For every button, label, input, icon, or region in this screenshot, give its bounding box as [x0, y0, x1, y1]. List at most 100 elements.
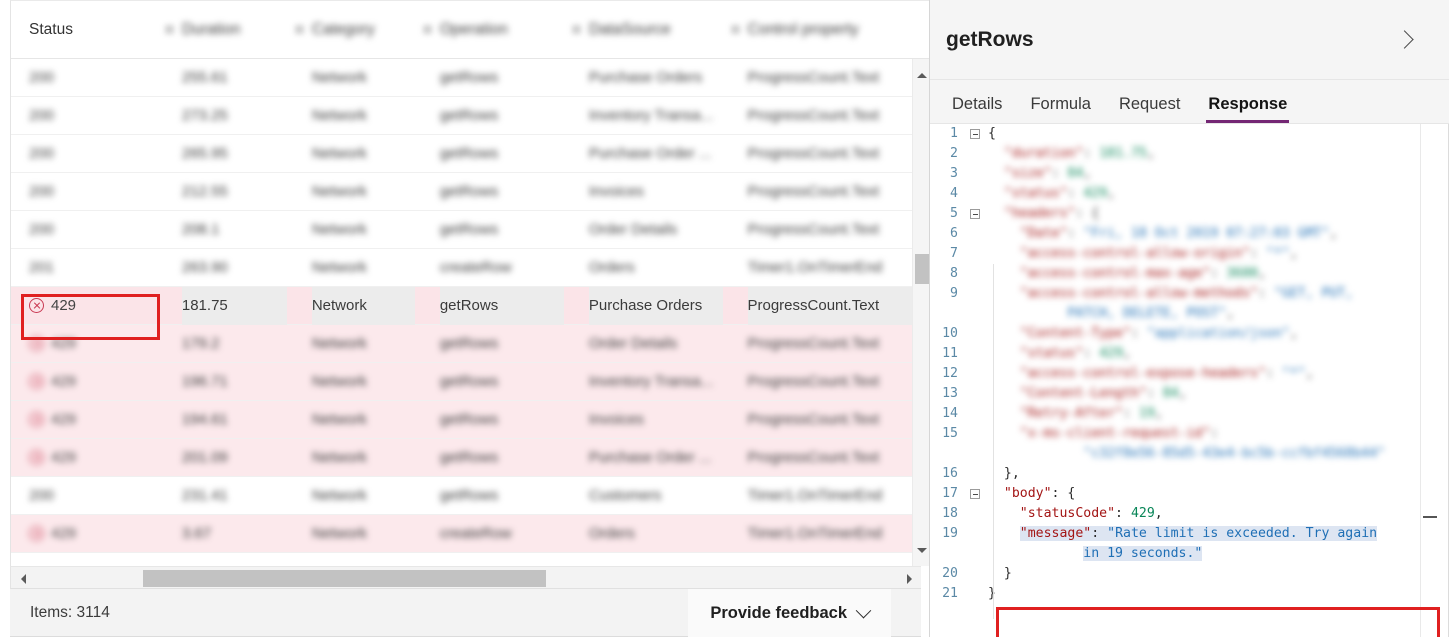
sort-filter-icon [294, 25, 304, 34]
cell-status: 429 [11, 373, 157, 390]
json-fold-slot [964, 284, 986, 304]
table-row[interactable]: 429 181.75 Network getRows Purchase Orders Pr… [11, 286, 929, 325]
status-code-label: 200 [29, 69, 55, 86]
collapse-minus-icon[interactable] [970, 209, 980, 219]
json-fold-slot [964, 564, 986, 584]
json-token: 3600 [1226, 266, 1258, 281]
collapse-minus-icon[interactable] [970, 129, 980, 139]
column-header-status[interactable]: Status [11, 21, 157, 39]
json-token: "access-control-allow-origin" [1019, 246, 1251, 261]
json-fold-slot [964, 344, 986, 364]
json-line-number: 8 [950, 266, 958, 281]
vertical-scrollbar-thumb[interactable] [915, 254, 929, 284]
cell-status: 429 [11, 335, 157, 352]
json-token: }, [1003, 466, 1020, 481]
table-row[interactable]: 201 263.90 Network createRow Orders Timer1.On… [11, 249, 929, 287]
json-line-content: "headers": { [986, 204, 1449, 224]
scroll-up-button[interactable] [913, 67, 929, 84]
sort-filter-icon [422, 25, 432, 34]
column-header-datasource[interactable]: DataSource [589, 21, 723, 39]
json-token: , [1154, 506, 1163, 521]
table-horizontal-scrollbar[interactable] [10, 566, 921, 589]
cell-control: ProgressCount.Text [747, 286, 929, 325]
cell-datasource: Purchase Orders [588, 286, 723, 325]
json-line-number: 4 [950, 186, 958, 201]
chevron-right-icon[interactable] [1395, 30, 1414, 49]
json-line-content: "access-control-allow-methods": "GET, PU… [986, 284, 1449, 304]
table-rows-viewport[interactable]: 200 255.61 Network getRows Purchase Orders Pr… [11, 59, 929, 566]
json-token: "c32f8e56-85d5-43e4-bc5b-ccfbf4568b44" [1083, 446, 1385, 461]
table-row[interactable]: 200 273.25 Network getRows Inventory Transa.… [11, 97, 929, 135]
status-code-label: 429 [51, 449, 77, 466]
provide-feedback-button[interactable]: Provide feedback [688, 589, 891, 637]
table-row[interactable]: 429 3.67 Network createRow Orders Timer1.OnTi… [11, 515, 929, 553]
cell-category: Network [311, 183, 367, 200]
cell-operation: getRows [439, 221, 499, 238]
collapse-minus-icon[interactable] [970, 489, 980, 499]
tab-formula[interactable]: Formula [1016, 95, 1105, 123]
status-code-label: 200 [29, 221, 55, 238]
cell-control: Timer1.OnTimerEnd [747, 487, 883, 504]
json-token: "GET, PUT, [1273, 286, 1354, 301]
column-sort-icon[interactable] [564, 25, 589, 34]
status-code-label: 200 [29, 107, 55, 124]
cell-category: Network [311, 525, 367, 542]
table-row[interactable]: 429 196.71 Network getRows Inventory Transa.… [11, 363, 929, 401]
cell-category: Network [311, 259, 367, 276]
json-line: 10 "Content-Type": "application/json", [930, 324, 1449, 344]
column-sort-icon[interactable] [723, 25, 748, 34]
cell-duration: 212.55 [181, 183, 228, 200]
column-header-operation[interactable]: Operation [440, 21, 564, 39]
scroll-left-button[interactable] [13, 567, 33, 590]
json-line-number: 2 [950, 146, 958, 161]
scroll-down-button[interactable] [913, 542, 929, 559]
column-sort-icon[interactable] [287, 25, 312, 34]
json-token: "access-control-expose-headers" [1019, 366, 1266, 381]
json-token: "Retry-After" [1019, 406, 1123, 421]
column-header-duration[interactable]: Duration [182, 21, 287, 39]
json-token: , [1305, 366, 1314, 381]
json-line: 13 "Content-Length": 84, [930, 384, 1449, 404]
json-fold-slot [964, 144, 986, 164]
cell-status: 200 [11, 69, 157, 86]
json-token: , [1289, 326, 1298, 341]
tab-request[interactable]: Request [1105, 95, 1194, 123]
json-line-number [930, 544, 964, 564]
json-token: : [1210, 426, 1219, 441]
json-token: 429 [1083, 186, 1108, 201]
table-row[interactable]: 429 179.2 Network getRows Order Details Progr… [11, 325, 929, 363]
column-sort-icon[interactable] [415, 25, 440, 34]
json-fold-slot[interactable] [964, 124, 986, 144]
json-fold-slot [964, 524, 986, 544]
json-token: { [988, 126, 996, 141]
status-code-label: 429 [51, 525, 77, 542]
table-row[interactable]: 200 212.55 Network getRows Invoices ProgressC… [11, 173, 929, 211]
scroll-right-button[interactable] [899, 567, 919, 590]
json-line: 16 }, [930, 464, 1449, 484]
json-fold-slot [964, 384, 986, 404]
column-header-control-property[interactable]: Control property [748, 21, 930, 39]
cell-category: Network [311, 373, 367, 390]
json-line-number: 19 [942, 526, 958, 541]
tab-details[interactable]: Details [938, 95, 1016, 123]
tab-response[interactable]: Response [1194, 95, 1301, 123]
table-row[interactable]: 200 255.61 Network getRows Purchase Orders Pr… [11, 59, 929, 97]
json-fold-slot[interactable] [964, 484, 986, 504]
table-vertical-scrollbar[interactable] [912, 59, 929, 566]
json-token: 84 [1067, 166, 1084, 181]
table-row[interactable]: 429 201.09 Network getRows Purchase Order ..… [11, 439, 929, 477]
column-sort-icon[interactable] [157, 25, 182, 34]
json-token: "Fri, 18 Oct 2019 07:27:03 GMT" [1083, 226, 1330, 241]
table-row[interactable]: 200 265.95 Network getRows Purchase Order ..… [11, 135, 929, 173]
cell-datasource: Orders [588, 525, 635, 542]
json-line-number: 21 [942, 586, 958, 601]
json-line-number: 11 [942, 346, 958, 361]
table-row[interactable]: 200 231.41 Network getRows Customers Timer1.O… [11, 477, 929, 515]
table-row[interactable]: 200 208.1 Network getRows Order Details Progr… [11, 211, 929, 249]
response-json-viewer[interactable]: 1{2 "duration": 181.75, 3 "size": 84, 4 "s… [930, 124, 1449, 637]
column-header-category[interactable]: Category [312, 21, 415, 39]
horizontal-scrollbar-thumb[interactable] [143, 570, 546, 587]
json-fold-slot[interactable] [964, 204, 986, 224]
table-row[interactable]: 429 194.61 Network getRows Invoices ProgressC… [11, 401, 929, 439]
cell-status: 201 [11, 259, 157, 276]
